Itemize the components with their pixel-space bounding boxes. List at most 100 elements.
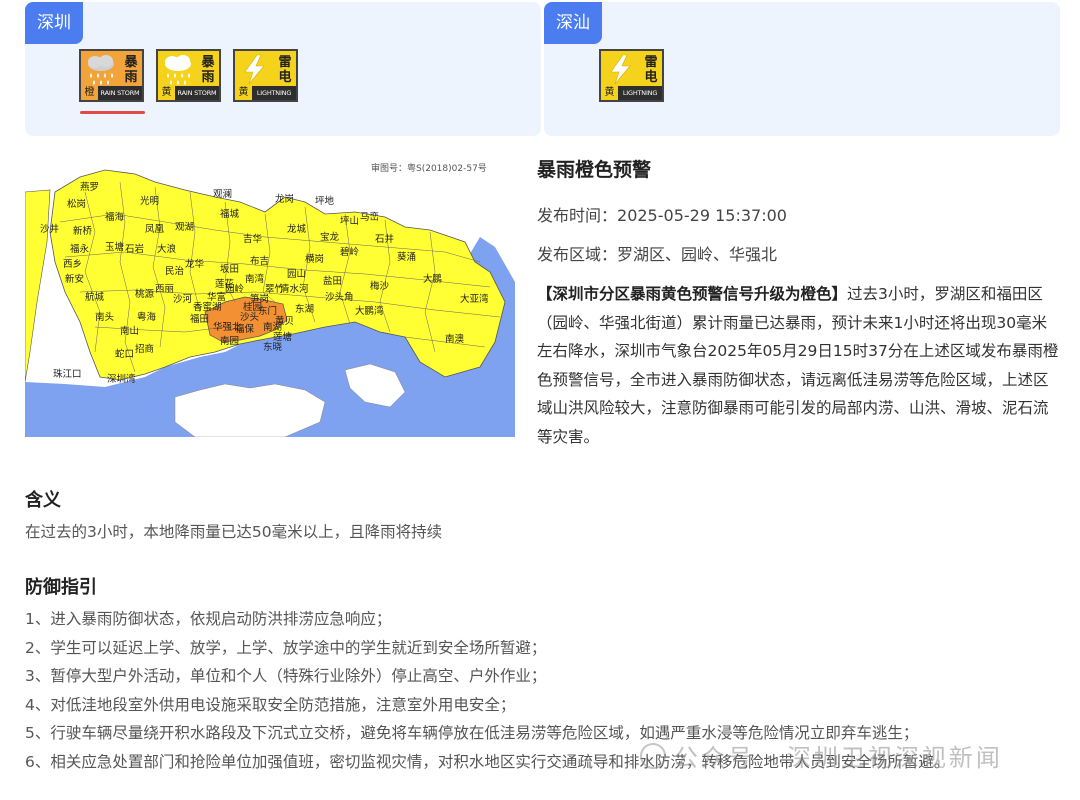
guide-item: 2、学生可以延迟上学、放学，上学、放学途中的学生就近到安全场所暂避；: [25, 638, 547, 657]
map-label: 坂田: [220, 264, 239, 275]
guide-item: 3、暂停大型户外活动，单位和个人（特殊行业除外）停止高空、户外作业；: [25, 667, 547, 685]
warning-body: 过去3小时，罗湖区和福田区（园岭、华强北街道）累计雨量已达暴雨，预计未来1小时还…: [537, 285, 1059, 446]
icon-title-char: 电: [278, 69, 292, 85]
map-label: 沙头角: [325, 291, 354, 303]
map-label: 凤凰: [145, 224, 165, 235]
map-label: 观澜: [213, 189, 232, 200]
map-label: 燕罗: [80, 181, 99, 193]
warning-time: 发布时间：2025-05-29 15:37:00: [537, 202, 1062, 226]
map-label: 清水河: [280, 283, 309, 295]
icon-level: 橙: [81, 86, 98, 100]
map-label: 松岗: [67, 198, 86, 210]
map-label: 横岗: [305, 253, 324, 265]
warning-title: 暴雨橙色预警: [537, 159, 652, 181]
area-label: 发布区域：: [537, 245, 618, 264]
active-icon-indicator: [80, 111, 145, 114]
map-label: 玉塘: [105, 241, 125, 253]
map-label: 龙华: [185, 258, 205, 270]
map-label: 马峦: [360, 211, 379, 223]
icon-title-char: 电: [644, 69, 658, 85]
map-label: 布吉: [250, 255, 269, 267]
icon-english: RAIN STORM: [100, 89, 140, 97]
map-label: 南园: [220, 335, 239, 347]
map-label: 石井: [375, 233, 394, 245]
icon-title-char: 雨: [124, 69, 138, 85]
map-label: 光明: [140, 195, 159, 207]
map-label: 盐田: [323, 275, 342, 287]
wechat-logo-icon: [640, 742, 666, 769]
map-label: 深圳湾: [107, 373, 136, 385]
warning-headline: 【深圳市分区暴雨黄色预警信号升级为橙色】: [537, 285, 848, 303]
area-value: 罗湖区、园岭、华强北: [617, 245, 778, 264]
map-label: 龙城: [287, 223, 307, 235]
map-label: 桃源: [135, 288, 155, 300]
guide-item: 4、对低洼地段室外供用电设施采取安全防范措施，注意室外用电安全；: [25, 695, 516, 714]
shenzhen-district-map: 燕罗松岗沙井 新桥福海新安 西乡航城 福永 石岩 光明玉塘 凤凰 观湖民治龙华大浪 福城 观澜坂田…: [25, 152, 515, 437]
map-label: 福城: [220, 208, 240, 220]
icon-english: LIGHTNING: [256, 89, 292, 97]
map-label: 福海: [105, 211, 125, 223]
meaning-title: 含义: [25, 490, 61, 511]
map-label: 华富: [207, 291, 226, 303]
icon-english: RAIN STORM: [177, 89, 217, 97]
map-label: 大鹏湾: [355, 305, 384, 317]
map-label: 南澳: [445, 333, 465, 345]
map-label: 新桥: [73, 225, 93, 237]
map-label: 园岭: [225, 283, 245, 295]
map-label: 福田: [190, 313, 209, 325]
map-label: 民治: [165, 265, 184, 277]
map-approval-number: 审图号：粤S(2018)02-57号: [371, 162, 487, 174]
map-label: 葵涌: [397, 251, 416, 263]
watermark-text: 公众号 · 深圳卫视深视新闻: [674, 744, 1003, 772]
region-card-shenzhen: 深圳 暴雨 橙 RAIN STORM 暴 雨 黄 RAIN STORM 雷 电 …: [25, 2, 541, 136]
map-label: 坪山: [340, 215, 359, 227]
map-label: 园山: [287, 269, 306, 280]
icon-level: 黄: [235, 86, 252, 100]
map-label: 招商: [135, 343, 154, 355]
lightning-bolt-icon: [235, 51, 274, 88]
icon-level: 黄: [158, 86, 175, 100]
icon-title-char: 雨: [201, 69, 215, 85]
map-label: 大浪: [157, 243, 177, 255]
region-tab-shenzhen[interactable]: 深圳: [25, 2, 83, 44]
map-label: 南湾: [245, 273, 265, 285]
time-label: 发布时间：: [537, 206, 618, 225]
region-card-shenshan: 深汕 雷电 黄 LIGHTNING: [544, 2, 1060, 136]
watermark: 公众号 · 深圳卫视深视新闻: [640, 738, 1003, 773]
guide-title: 防御指引: [25, 577, 97, 598]
map-label: 桂园: [243, 301, 262, 313]
map-label: 东湖: [295, 303, 314, 315]
time-value: 2025-05-29 15:37:00: [617, 206, 787, 225]
map-label: 蛇口: [115, 348, 134, 360]
map-label: 吉华: [243, 233, 263, 245]
warning-description: 【深圳市分区暴雨黄色预警信号升级为橙色】过去3小时，罗湖区和福田区（园岭、华强北…: [537, 280, 1062, 451]
warning-icon-list: 暴雨 橙 RAIN STORM 暴 雨 黄 RAIN STORM 雷 电 黄 L…: [79, 49, 298, 102]
icon-english: LIGHTNING: [622, 89, 658, 97]
map-label: 龙岗: [275, 193, 294, 205]
map-label: 南头: [95, 311, 114, 323]
map-label: 西丽: [155, 284, 174, 295]
map-label: 珠江口: [53, 368, 82, 380]
lightning-yellow-icon[interactable]: 雷电 黄 LIGHTNING: [233, 49, 298, 102]
lightning-yellow-icon[interactable]: 雷电 黄 LIGHTNING: [599, 49, 664, 102]
warning-map: 燕罗 松岗 沙井 新桥 福海 新安 西乡 航城 福永 石岩 光明 玉塘 凤凰 观湖 民治 龙华 大浪 福城 观澜 坂田…: [25, 152, 515, 437]
map-label: 大鹏: [423, 273, 442, 285]
map-label: 东晓: [263, 341, 283, 353]
map-label: 粤海: [137, 311, 157, 323]
guide-item: 1、进入暴雨防御状态，依规启动防洪排涝应急响应；: [25, 610, 392, 628]
map-label: 新安: [65, 273, 84, 285]
map-label: 大亚湾: [460, 293, 489, 305]
rainstorm-yellow-icon[interactable]: 暴雨 黄 RAIN STORM: [156, 49, 221, 102]
map-label: 福保: [235, 323, 255, 335]
map-label: 南山: [120, 325, 139, 337]
map-label: 坪地: [315, 195, 335, 207]
icon-title-char: 暴: [201, 54, 215, 70]
map-label: 航城: [85, 291, 105, 303]
region-tab-shenshan[interactable]: 深汕: [544, 2, 602, 44]
rain-cloud-icon: [81, 51, 120, 88]
map-label: 观湖: [175, 222, 194, 233]
rain-cloud-icon: [158, 51, 197, 88]
map-label: 沙井: [40, 223, 59, 235]
map-label: 石岩: [125, 243, 144, 255]
rainstorm-orange-icon[interactable]: 暴雨 橙 RAIN STORM: [79, 49, 144, 102]
